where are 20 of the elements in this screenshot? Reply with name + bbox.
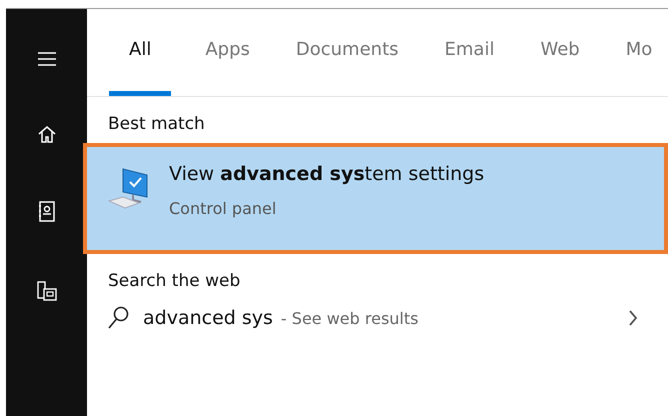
tab[interactable]: Email xyxy=(432,9,506,96)
search-query: advanced sys xyxy=(143,307,273,329)
result-subtitle: Control panel xyxy=(169,199,278,218)
result-title: View advanced system settings xyxy=(169,163,484,185)
tab[interactable]: All xyxy=(109,9,172,96)
devices-icon[interactable] xyxy=(36,281,58,303)
section-heading: Search the web xyxy=(107,270,242,286)
web-search-item[interactable]: advanced sys - See web results xyxy=(87,286,668,330)
home-icon[interactable] xyxy=(36,125,56,143)
notebook-icon[interactable] xyxy=(38,201,56,223)
see-web-results-text: - See web results xyxy=(280,308,418,328)
section-heading: Best match xyxy=(107,113,206,129)
menu-icon[interactable] xyxy=(36,51,56,67)
tab[interactable]: Apps xyxy=(193,9,262,96)
search-icon xyxy=(107,306,129,330)
result-item[interactable]: View advanced system settings Control panel xyxy=(83,143,668,254)
chevron-right-icon xyxy=(628,309,638,327)
tab[interactable]: Web xyxy=(528,9,592,96)
tab[interactable]: Documents xyxy=(284,9,411,96)
tab[interactable]: Mo xyxy=(614,9,664,96)
